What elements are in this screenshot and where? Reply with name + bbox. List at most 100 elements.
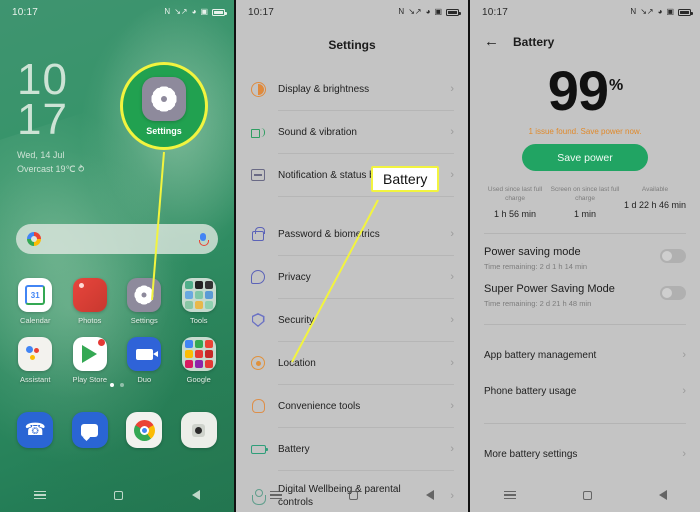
panel-settings: 10:17 N ↘↗ ◕ ▣ Settings Display & bright… [234,0,468,512]
back-arrow-icon[interactable]: ← [484,34,499,49]
recents-icon[interactable] [269,489,282,502]
clock-hours: 10 [17,55,68,104]
settings-item-convenience-tools[interactable]: Convenience tools › [250,385,454,427]
play-store-icon [72,337,107,371]
row-label: App battery management [484,349,597,361]
mic-icon[interactable] [199,232,209,246]
tools-icon [250,398,266,414]
battery-icon [212,8,227,16]
home-icon[interactable] [582,488,592,503]
battery-option-rows: App battery management › Phone battery u… [470,337,700,409]
battery-more-rows: More battery settings › [470,436,700,472]
page-title: Battery [513,34,555,49]
chevron-right-icon: › [450,314,454,326]
duo-icon [127,337,162,371]
page-dot-active[interactable] [110,383,114,387]
dock-phone[interactable]: ☎ [8,412,63,448]
save-power-button[interactable]: Save power [522,144,648,171]
nav-bar-home [0,478,234,512]
chevron-right-icon: › [450,357,454,369]
recents-icon[interactable] [34,489,47,502]
settings-item-privacy[interactable]: Privacy › [250,256,454,298]
dock-camera[interactable] [172,412,227,448]
settings-item-sound[interactable]: Sound & vibration › [250,111,454,153]
camera-icon [180,412,217,448]
app-label: Photos [78,316,102,325]
mode-title: Super Power Saving Mode [484,283,615,295]
chevron-right-icon: › [682,349,686,361]
settings-item-label: Location [278,357,316,369]
three-panel-screenshot: 10:17 N ↘↗ ◕ ▣ 10 17 Wed, 14 Jul Overcas… [0,0,700,512]
brightness-icon [250,81,266,97]
lock-icon [250,226,266,242]
battery-level-display: 99% [470,63,700,119]
stat-value: 1 min [573,209,596,219]
stat-screen-on: Screen on since last full charge 1 min [550,185,620,219]
folder-icon [181,278,216,312]
sim-icon: ▣ [200,7,208,16]
app-assistant[interactable]: Assistant [8,337,63,384]
google-search-bar[interactable] [16,224,218,254]
row-more-battery-settings[interactable]: More battery settings › [484,436,686,472]
settings-item-display[interactable]: Display & brightness › [250,68,454,110]
app-google-folder[interactable]: Google [172,337,227,384]
notification-icon [250,167,266,183]
home-icon[interactable] [114,488,124,503]
dock: ☎ [8,412,226,448]
wifi-icon: ◕ [425,7,431,16]
row-phone-battery-usage[interactable]: Phone battery usage › [484,373,686,409]
settings-item-battery[interactable]: Battery › [250,428,454,470]
chevron-right-icon: › [450,271,454,283]
dock-chrome[interactable] [117,412,172,448]
battery-issue-text: 1 issue found. Save power now. [528,127,642,136]
dock-messages[interactable] [63,412,118,448]
mode-subtitle: Time remaining: 2 d 21 h 48 min [484,299,592,308]
sim-icon: ▣ [434,7,442,16]
chrome-icon [126,412,163,448]
back-icon[interactable] [426,488,435,503]
app-tools-folder[interactable]: Tools [172,278,227,325]
settings-highlight-ring[interactable]: Settings [120,62,208,150]
calendar-icon [18,278,53,312]
super-power-saving-toggle[interactable] [660,286,686,300]
home-icon[interactable] [349,488,359,503]
row-label: Phone battery usage [484,385,577,397]
recents-icon[interactable] [503,489,516,502]
sim-icon: ▣ [666,7,674,16]
stat-value: 1 h 56 min [493,209,537,219]
highlight-label: Settings [146,125,182,136]
clock-weather: Overcast 19℃ ⥁ [17,164,85,174]
nav-bar-battery [470,478,700,512]
app-settings[interactable]: Settings [117,278,172,325]
app-duo[interactable]: Duo [117,337,172,384]
settings-item-label: Privacy [278,271,311,283]
battery-tooltip: Battery [371,166,440,192]
settings-item-label: Sound & vibration [278,126,357,138]
privacy-icon [250,269,266,285]
page-dot[interactable] [120,383,124,387]
settings-gear-icon [127,278,162,312]
status-icons: N ↘↗ ◕ ▣ [398,7,461,16]
app-play-store[interactable]: Play Store [63,337,118,384]
row-app-battery-management[interactable]: App battery management › [484,337,686,373]
settings-item-label: Password & biometrics [278,228,380,240]
app-calendar[interactable]: Calendar [8,278,63,325]
settings-item-location[interactable]: Location › [250,342,454,384]
assistant-icon [18,337,53,371]
back-icon[interactable] [191,488,200,503]
chevron-right-icon: › [450,228,454,240]
battery-header: ← Battery [470,24,700,55]
power-saving-toggle[interactable] [660,249,686,263]
app-label: Tools [189,316,208,325]
clock-widget[interactable]: 10 17 Wed, 14 Jul Overcast 19℃ ⥁ [17,55,85,176]
battery-level-value: 99 [547,59,609,122]
back-icon[interactable] [658,488,667,503]
chevron-right-icon: › [682,385,686,397]
app-photos[interactable]: Photos [63,278,118,325]
settings-item-security[interactable]: Security › [250,299,454,341]
chevron-right-icon: › [450,443,454,455]
settings-item-password[interactable]: Password & biometrics › [250,213,454,255]
power-saving-mode-row[interactable]: Power saving mode Time remaining: 2 d 1 … [470,234,700,271]
battery-icon [250,441,268,457]
super-power-saving-mode-row[interactable]: Super Power Saving Mode Time remaining: … [470,271,700,308]
